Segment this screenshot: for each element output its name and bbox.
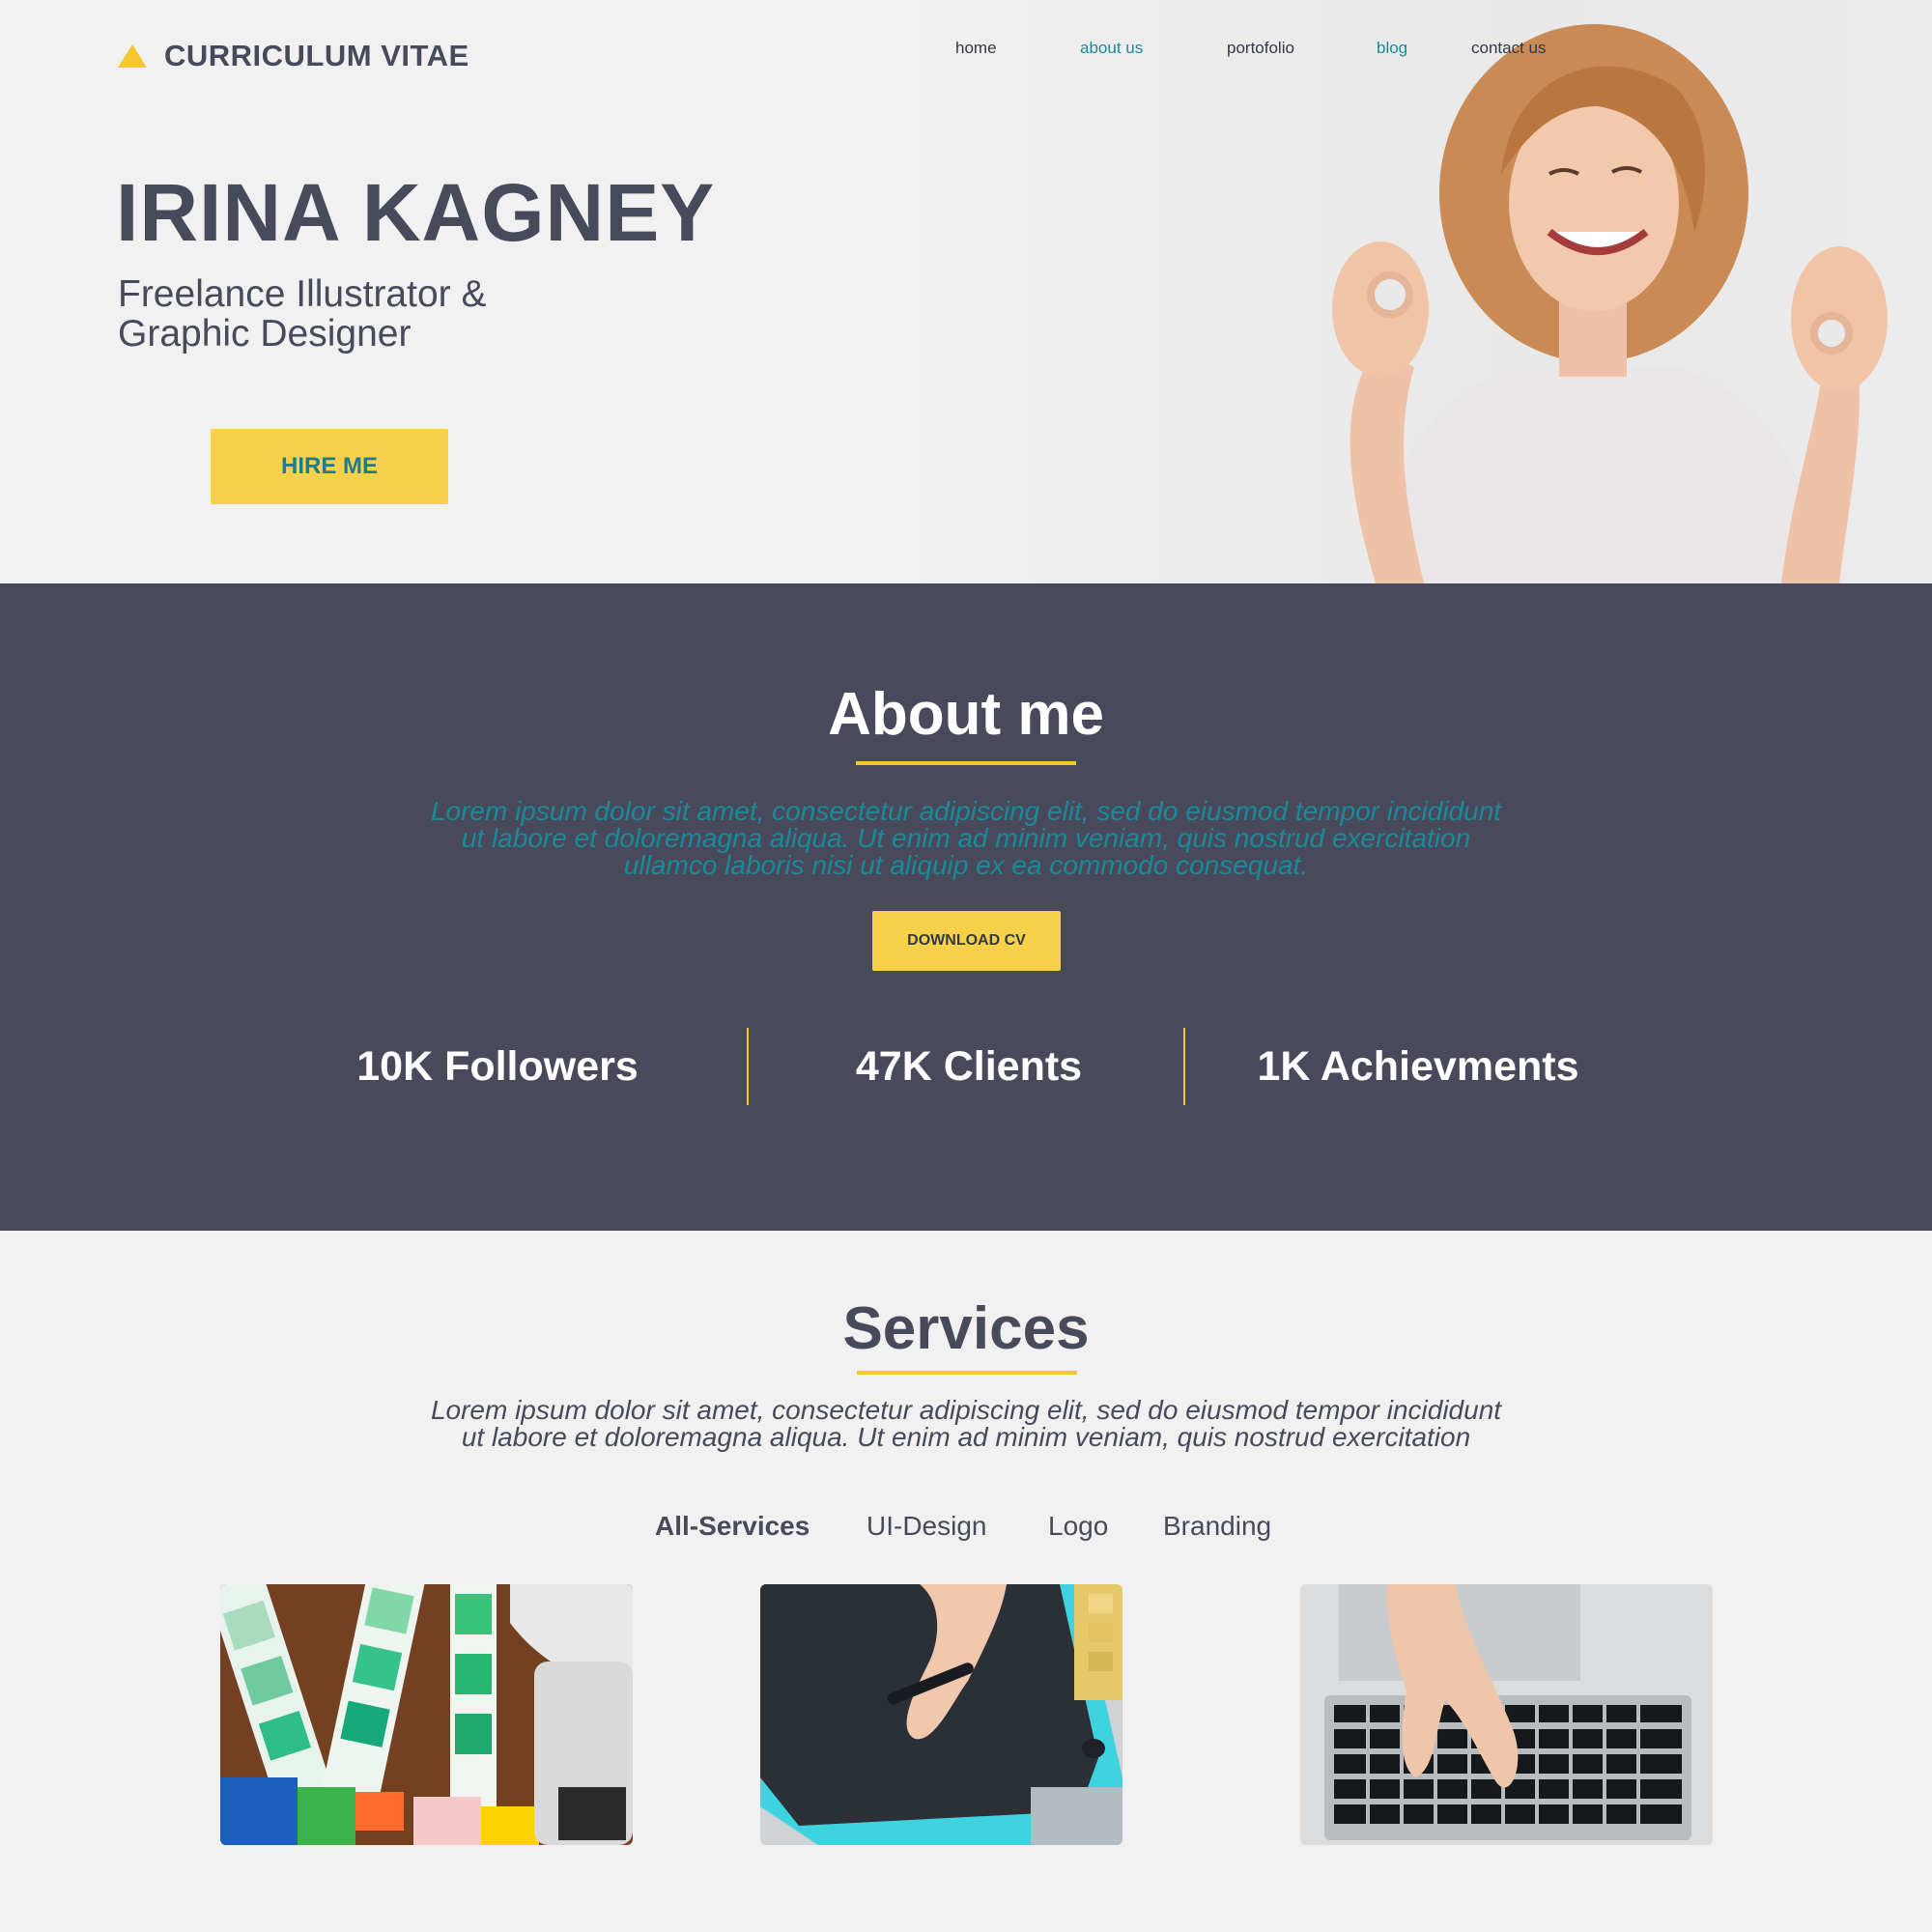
stat-achievements: 1K Achievments <box>1257 1043 1579 1090</box>
hero-role-line-1: Freelance Illustrator & <box>118 273 487 315</box>
nav-contact-us[interactable]: contact us <box>1471 39 1547 58</box>
tab-ui-design[interactable]: UI-Design <box>867 1511 986 1542</box>
nav-about-us[interactable]: about us <box>1080 39 1143 58</box>
main-nav: home about us portofolio blog contact us <box>0 39 1932 68</box>
about-title: About me <box>828 681 1104 748</box>
service-card-laptop-keyboard[interactable] <box>1300 1584 1713 1845</box>
tab-logo[interactable]: Logo <box>1048 1511 1108 1542</box>
drawing-tablet-image <box>760 1584 1122 1845</box>
stat-divider <box>1183 1028 1185 1105</box>
about-text-line-1: Lorem ipsum dolor sit amet, consectetur … <box>430 796 1502 826</box>
download-cv-button[interactable]: DOWNLOAD CV <box>872 911 1061 971</box>
services-section: Services Lorem ipsum dolor sit amet, con… <box>0 1231 1932 1932</box>
service-card-color-swatches[interactable] <box>220 1584 633 1845</box>
nav-home[interactable]: home <box>955 39 997 58</box>
about-text-line-2: ut labore et doloremagna aliqua. Ut enim… <box>461 823 1471 853</box>
services-description: Lorem ipsum dolor sit amet, consectetur … <box>290 1397 1642 1451</box>
tab-branding[interactable]: Branding <box>1163 1511 1271 1542</box>
portrait-illustration <box>1332 24 1888 583</box>
services-title-underline <box>857 1371 1077 1375</box>
services-text-line-2: ut labore et doloremagna aliqua. Ut enim… <box>461 1422 1471 1452</box>
hire-me-button[interactable]: HIRE ME <box>211 429 448 504</box>
tab-all-services[interactable]: All-Services <box>655 1511 810 1542</box>
stat-divider <box>747 1028 749 1105</box>
about-description: Lorem ipsum dolor sit amet, consectetur … <box>290 798 1642 879</box>
hero-role: Freelance Illustrator & Graphic Designer <box>118 274 659 354</box>
hero-section: CURRICULUM VITAE home about us portofoli… <box>0 0 1932 583</box>
nav-blog[interactable]: blog <box>1377 39 1407 58</box>
hero-portrait-photo <box>922 0 1932 583</box>
about-section: About me Lorem ipsum dolor sit amet, con… <box>0 583 1932 1231</box>
services-tabs: All-Services UI-Design Logo Branding <box>0 1511 1932 1549</box>
stat-followers: 10K Followers <box>356 1043 639 1090</box>
services-text-line-1: Lorem ipsum dolor sit amet, consectetur … <box>430 1395 1502 1425</box>
service-card-drawing-tablet[interactable] <box>760 1584 1122 1845</box>
stats-row: 10K Followers 47K Clients 1K Achievments <box>0 1028 1932 1105</box>
about-title-underline <box>856 761 1076 765</box>
nav-portofolio[interactable]: portofolio <box>1227 39 1294 58</box>
color-swatches-image <box>220 1584 633 1845</box>
about-text-line-3: ullamco laboris nisi ut aliquip ex ea co… <box>623 850 1309 880</box>
laptop-keyboard-image <box>1300 1584 1713 1845</box>
hero-role-line-2: Graphic Designer <box>118 313 412 355</box>
hero-name: IRINA KAGNEY <box>116 167 716 258</box>
stat-clients: 47K Clients <box>855 1043 1083 1090</box>
services-title: Services <box>842 1295 1090 1362</box>
